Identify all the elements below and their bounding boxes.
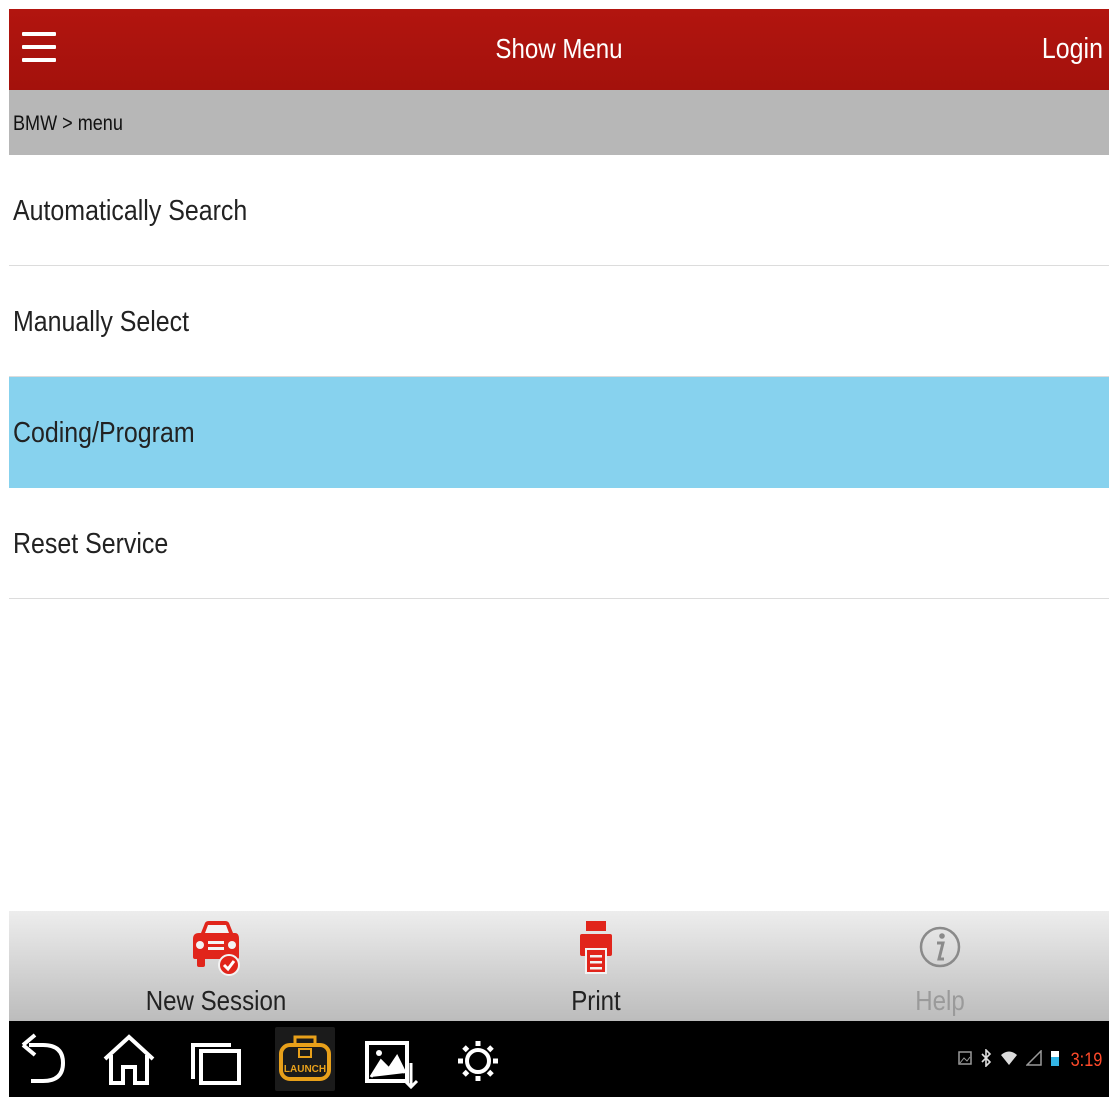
status-bar: 3:19: [958, 1048, 1105, 1072]
info-icon: [918, 919, 962, 982]
gallery-notification-icon: [958, 1051, 972, 1070]
back-icon[interactable]: [19, 1027, 73, 1091]
print-button[interactable]: Print: [496, 911, 696, 1021]
hamburger-menu-icon[interactable]: [22, 30, 58, 66]
new-session-button[interactable]: New Session: [116, 911, 316, 1021]
bluetooth-icon: [980, 1048, 992, 1072]
page-title: Show Menu: [495, 33, 623, 64]
menu-item-reset-service[interactable]: Reset Service: [9, 488, 1109, 599]
help-label: Help: [915, 985, 965, 1016]
login-button[interactable]: Login: [1042, 33, 1103, 66]
menu-item-coding-program[interactable]: Coding/Program: [9, 377, 1109, 488]
new-session-label: New Session: [145, 985, 287, 1016]
launch-text: LAUNCH: [284, 1064, 326, 1075]
breadcrumb-text: BMW > menu: [13, 112, 123, 135]
home-icon[interactable]: [101, 1027, 157, 1091]
menu-item-label: Automatically Search: [13, 195, 248, 227]
menu-item-manually-select[interactable]: Manually Select: [9, 266, 1109, 377]
menu-list: Automatically Search Manually Select Cod…: [9, 155, 1109, 599]
system-navigation-bar: LAUNCH 3:19: [9, 1021, 1109, 1097]
car-icon: [191, 919, 241, 982]
launch-icon[interactable]: LAUNCH: [275, 1027, 335, 1091]
menu-item-automatically-search[interactable]: Automatically Search: [9, 155, 1109, 266]
menu-item-label: Coding/Program: [13, 417, 195, 449]
menu-item-label: Reset Service: [13, 528, 169, 560]
signal-icon: [1025, 1049, 1042, 1071]
app-bar: Show Menu Login: [9, 9, 1109, 90]
breadcrumb: BMW > menu: [9, 90, 1109, 155]
battery-icon: [1050, 1049, 1060, 1072]
help-button[interactable]: Help: [840, 911, 1040, 1021]
screenshot-icon[interactable]: [363, 1027, 419, 1091]
printer-icon: [579, 919, 613, 982]
print-label: Print: [571, 985, 621, 1016]
recent-apps-icon[interactable]: [189, 1027, 245, 1091]
wifi-icon: [1000, 1050, 1018, 1071]
menu-item-label: Manually Select: [13, 306, 190, 338]
app-window: Show Menu Login BMW > menu Automatically…: [0, 0, 1109, 1097]
action-toolbar: New Session Print Help: [9, 911, 1109, 1021]
settings-icon[interactable]: [453, 1027, 503, 1091]
clock: 3:19: [1070, 1049, 1103, 1071]
